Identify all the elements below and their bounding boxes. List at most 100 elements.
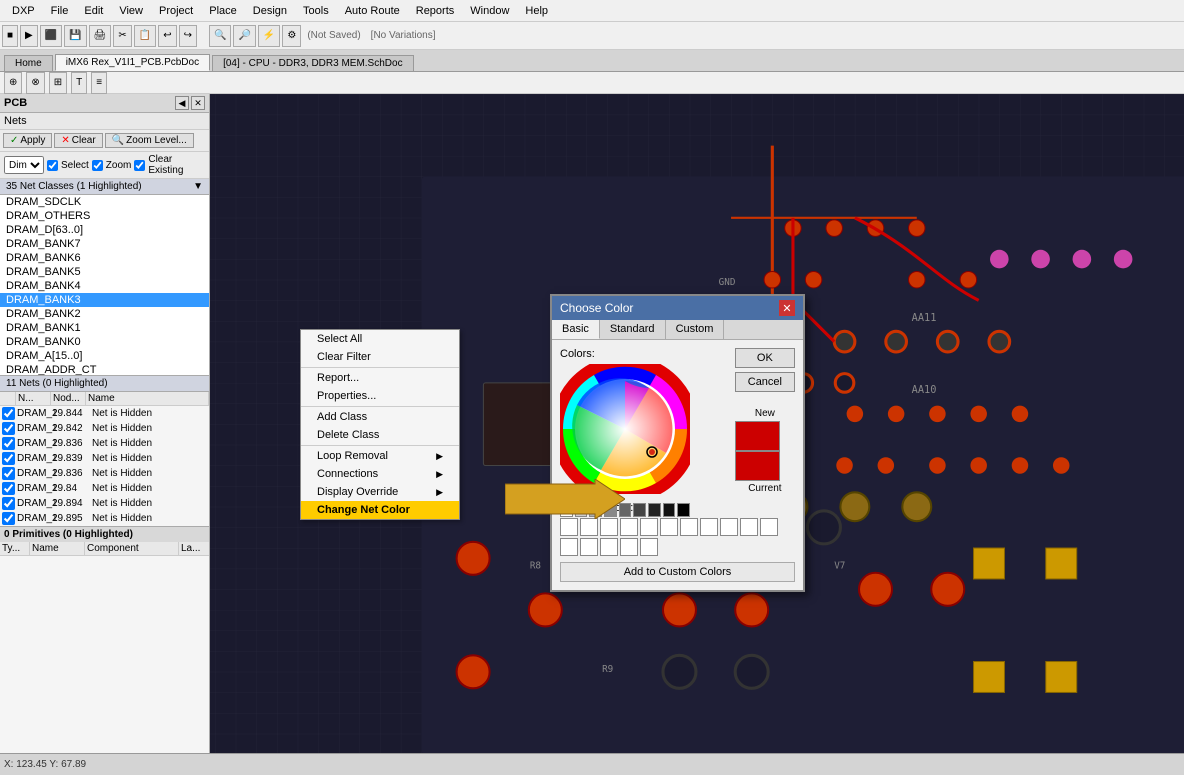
net-item-a15[interactable]: DRAM_A[15..0]	[0, 349, 209, 363]
ctx-delete-class[interactable]: Delete Class	[301, 426, 459, 444]
toolbar-btn-7[interactable]: 📋	[134, 25, 156, 47]
custom-swatch-13[interactable]	[600, 538, 618, 556]
tab-pcb[interactable]: iMX6 Rex_V1I1_PCB.PcbDoc	[55, 54, 210, 71]
net-row-1[interactable]: DRAM_219.842Net is Hidden	[0, 421, 209, 436]
custom-swatch-7[interactable]	[700, 518, 718, 536]
gs-swatch-6[interactable]	[648, 503, 661, 517]
net-row-3[interactable]: DRAM_219.839Net is Hidden	[0, 451, 209, 466]
net-item-bank3[interactable]: DRAM_BANK3	[0, 293, 209, 307]
net-item-bank5[interactable]: DRAM_BANK5	[0, 265, 209, 279]
add-to-custom-btn[interactable]: Add to Custom Colors	[560, 562, 795, 582]
panel-close-btn[interactable]: ✕	[191, 96, 205, 110]
menu-reports[interactable]: Reports	[408, 3, 463, 19]
tab-sch[interactable]: [04] - CPU - DDR3, DDR3 MEM.SchDoc	[212, 55, 413, 71]
toolbar2-btn-4[interactable]: T	[71, 72, 87, 94]
custom-swatch-5[interactable]	[660, 518, 678, 536]
tab-basic[interactable]: Basic	[552, 320, 600, 339]
custom-swatch-10[interactable]	[760, 518, 778, 536]
dialog-close-btn[interactable]: ✕	[779, 300, 795, 316]
cancel-btn[interactable]: Cancel	[735, 372, 795, 392]
menu-edit[interactable]: Edit	[76, 3, 111, 19]
toolbar-btn-6[interactable]: ✂	[113, 25, 131, 47]
gs-swatch-5[interactable]	[633, 503, 646, 517]
custom-swatch-15[interactable]	[640, 538, 658, 556]
menu-design[interactable]: Design	[245, 3, 295, 19]
net-item-bank1[interactable]: DRAM_BANK1	[0, 321, 209, 335]
nets-list[interactable]: DRAM_SDCLK DRAM_OTHERS DRAM_D[63..0] DRA…	[0, 195, 209, 375]
net-item-sdclk[interactable]: DRAM_SDCLK	[0, 195, 209, 209]
menu-tools[interactable]: Tools	[295, 3, 337, 19]
net-row-4[interactable]: DRAM_219.836Net is Hidden	[0, 466, 209, 481]
gs-swatch-7[interactable]	[663, 503, 676, 517]
net-row-2[interactable]: DRAM_219.836Net is Hidden	[0, 436, 209, 451]
tab-custom[interactable]: Custom	[666, 320, 725, 339]
menu-place[interactable]: Place	[201, 3, 245, 19]
toolbar-btn-10[interactable]: 🔍	[209, 25, 231, 47]
color-wheel-svg[interactable]	[560, 364, 690, 494]
ctx-change-net-color[interactable]: Change Net Color	[301, 501, 459, 519]
select-checkbox[interactable]	[47, 160, 58, 171]
zoom-checkbox[interactable]	[92, 160, 103, 171]
net-row-6[interactable]: DRAM_219.894Net is Hidden	[0, 496, 209, 511]
panel-pin-btn[interactable]: ◀	[175, 96, 189, 110]
ctx-display-override[interactable]: Display Override ▶	[301, 483, 459, 501]
toolbar-btn-1[interactable]: ■	[2, 25, 18, 47]
toolbar2-btn-1[interactable]: ⊕	[4, 72, 22, 94]
net-item-bank0[interactable]: DRAM_BANK0	[0, 335, 209, 349]
custom-swatch-8[interactable]	[720, 518, 738, 536]
toolbar2-btn-3[interactable]: ⊞	[49, 72, 67, 94]
clear-btn[interactable]: ✕ Clear	[54, 133, 102, 148]
net-item-others[interactable]: DRAM_OTHERS	[0, 209, 209, 223]
net-item-d63[interactable]: DRAM_D[63..0]	[0, 223, 209, 237]
zoom-level-btn[interactable]: 🔍 Zoom Level...	[105, 133, 194, 148]
clear-existing-checkbox[interactable]	[134, 160, 145, 171]
tab-standard[interactable]: Standard	[600, 320, 666, 339]
toolbar2-btn-2[interactable]: ⊗	[26, 72, 44, 94]
menu-dxp[interactable]: DXP	[4, 3, 43, 19]
menu-project[interactable]: Project	[151, 3, 201, 19]
ctx-clear-filter[interactable]: Clear Filter	[301, 348, 459, 366]
net-row-5[interactable]: DRAM_219.84Net is Hidden	[0, 481, 209, 496]
toolbar-btn-11[interactable]: 🔎	[233, 25, 255, 47]
custom-swatch-11[interactable]	[560, 538, 578, 556]
net-item-addr[interactable]: DRAM_ADDR_CT	[0, 363, 209, 375]
ctx-properties[interactable]: Properties...	[301, 387, 459, 405]
gs-swatch-black[interactable]	[677, 503, 690, 517]
color-wheel-container[interactable]	[560, 364, 690, 494]
toolbar-btn-13[interactable]: ⚙	[282, 25, 301, 47]
apply-btn[interactable]: ✓ Apply	[3, 133, 52, 148]
net-item-bank7[interactable]: DRAM_BANK7	[0, 237, 209, 251]
menu-file[interactable]: File	[43, 3, 77, 19]
toolbar-btn-9[interactable]: ↪	[179, 25, 197, 47]
ctx-report[interactable]: Report...	[301, 369, 459, 387]
ctx-select-all[interactable]: Select All	[301, 330, 459, 348]
menu-view[interactable]: View	[111, 3, 151, 19]
custom-swatch-6[interactable]	[680, 518, 698, 536]
tab-home[interactable]: Home	[4, 55, 53, 71]
ctx-loop-removal[interactable]: Loop Removal ▶	[301, 447, 459, 465]
menu-autoroute[interactable]: Auto Route	[337, 3, 408, 19]
toolbar-btn-12[interactable]: ⚡	[258, 25, 280, 47]
custom-swatch-12[interactable]	[580, 538, 598, 556]
ctx-connections[interactable]: Connections ▶	[301, 465, 459, 483]
toolbar-btn-8[interactable]: ↩	[158, 25, 176, 47]
net-row-7[interactable]: DRAM_219.895Net is Hidden	[0, 511, 209, 526]
custom-swatch-14[interactable]	[620, 538, 638, 556]
net-item-bank2[interactable]: DRAM_BANK2	[0, 307, 209, 321]
net-row-0[interactable]: DRAM_219.844Net is Hidden	[0, 406, 209, 421]
net-item-bank4[interactable]: DRAM_BANK4	[0, 279, 209, 293]
net-item-bank6[interactable]: DRAM_BANK6	[0, 251, 209, 265]
custom-swatch-9[interactable]	[740, 518, 758, 536]
filter-select[interactable]: Dim	[4, 156, 44, 174]
pcb-area[interactable]: GND R7 R8 R9 V5 V6 V7 AA11 AA10 @51CTO博客…	[210, 94, 1184, 775]
toolbar-btn-5[interactable]: 🖨	[89, 25, 112, 47]
toolbar-btn-3[interactable]: ⬛	[40, 25, 62, 47]
toolbar-btn-2[interactable]: ▶	[20, 25, 38, 47]
ctx-add-class[interactable]: Add Class	[301, 408, 459, 426]
toolbar-btn-4[interactable]: 💾	[64, 25, 86, 47]
ok-btn[interactable]: OK	[735, 348, 795, 368]
menu-help[interactable]: Help	[517, 3, 556, 19]
toolbar2-btn-5[interactable]: ≡	[91, 72, 107, 94]
menu-window[interactable]: Window	[462, 3, 517, 19]
custom-swatch-4[interactable]	[640, 518, 658, 536]
